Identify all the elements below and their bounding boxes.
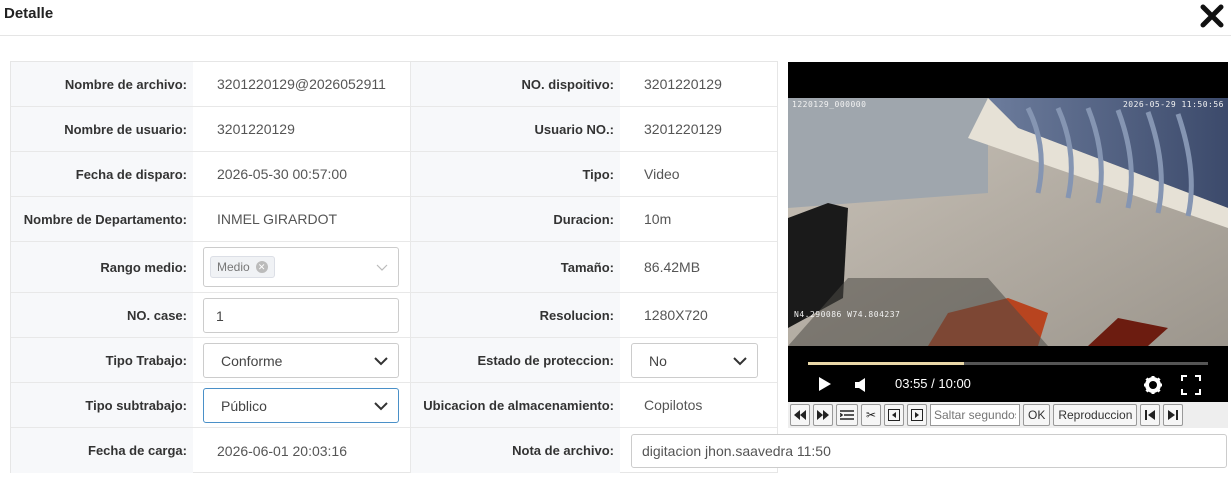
upload-date-label: Fecha de carga:	[11, 428, 193, 473]
settings-icon[interactable]	[1143, 375, 1163, 400]
video-frame-image	[788, 98, 1228, 346]
work-type-select-value: Conforme	[221, 352, 283, 369]
ok-button[interactable]: OK	[1023, 404, 1051, 426]
media-range-label: Rango medio:	[11, 242, 193, 292]
trigger-date-label: Fecha de disparo:	[11, 152, 193, 196]
skip-end-icon[interactable]	[1163, 404, 1184, 426]
progress-fill	[808, 362, 964, 365]
protection-status-select-value: No	[649, 352, 667, 369]
detail-row: Tipo subtrabajo: Público Ubicacion de al…	[11, 383, 777, 428]
size-value: 86.42MB	[644, 259, 701, 275]
detail-row: NO. case: 1 Resolucion: 1280X720	[11, 293, 777, 338]
subwork-type-select[interactable]: Público	[203, 388, 399, 423]
file-note-input-value: digitacion jhon.saavedra 11:50	[642, 443, 831, 459]
detail-row: Nombre de archivo: 3201220129@2026052911…	[11, 62, 777, 107]
duration-label: Duracion:	[410, 197, 620, 241]
skip-start-icon[interactable]	[1140, 404, 1161, 426]
size-label: Tamaño:	[410, 242, 620, 292]
chevron-down-icon	[374, 398, 388, 414]
trigger-date-value: 2026-05-30 00:57:00	[217, 166, 347, 182]
video-osd-gps: N4.290086 W74.804237	[794, 310, 901, 319]
file-name-label: Nombre de archivo:	[11, 62, 193, 106]
video-time: 03:55 / 10:00	[895, 376, 971, 391]
resolution-label: Resolucion:	[410, 293, 620, 337]
video-frame[interactable]: 1220129_000000 2026-05-29 11:50:56 N4.29…	[788, 98, 1228, 346]
play-icon[interactable]	[818, 376, 832, 397]
detail-row: Rango medio: Medio ✕ Tamaño: 86.42MB	[11, 242, 777, 293]
case-no-input-value: 1	[216, 307, 224, 324]
seek-seconds-input[interactable]	[930, 404, 1020, 426]
protection-status-select[interactable]: No	[631, 343, 758, 378]
rewind-icon[interactable]	[790, 404, 810, 426]
device-no-value: 3201220129	[644, 76, 722, 92]
detail-row: Nombre de usuario: 3201220129 Usuario NO…	[11, 107, 777, 152]
duration-value: 10m	[644, 211, 672, 227]
dialog-title: Detalle	[4, 5, 54, 22]
play-mode-button[interactable]: Reproduccion	[1053, 404, 1138, 426]
list-icon[interactable]	[836, 404, 858, 426]
progress-bar[interactable]	[808, 362, 1208, 365]
storage-location-value: Copilotos	[644, 397, 703, 413]
fullscreen-icon[interactable]	[1181, 375, 1201, 400]
chevron-down-icon	[374, 353, 388, 369]
detail-table: Nombre de archivo: 3201220129@2026052911…	[10, 61, 778, 473]
user-no-value: 3201220129	[644, 121, 722, 137]
media-range-tag: Medio ✕	[210, 256, 275, 278]
video-controls: 03:55 / 10:00	[788, 346, 1228, 402]
prev-frame-icon[interactable]	[884, 404, 904, 426]
user-name-label: Nombre de usuario:	[11, 107, 193, 151]
upload-date-value: 2026-06-01 20:03:16	[217, 442, 347, 459]
scissors-icon[interactable]: ✂	[861, 404, 881, 426]
resolution-value: 1280X720	[644, 307, 708, 323]
detail-row: Tipo Trabajo: Conforme Estado de protecc…	[11, 338, 777, 383]
chevron-down-icon	[376, 259, 388, 275]
type-label: Tipo:	[410, 152, 620, 196]
protection-status-label: Estado de proteccion:	[410, 338, 620, 382]
next-frame-icon[interactable]	[907, 404, 927, 426]
video-player[interactable]: 1220129_000000 2026-05-29 11:50:56 N4.29…	[788, 62, 1228, 402]
file-name-value: 3201220129@2026052911	[217, 76, 386, 92]
video-osd-id: 1220129_000000	[792, 100, 867, 109]
subwork-type-label: Tipo subtrabajo:	[11, 383, 193, 427]
video-osd-timestamp: 2026-05-29 11:50:56	[1122, 100, 1224, 109]
close-icon[interactable]	[1199, 3, 1225, 34]
playback-toolbar: ✂ OK Reproduccion	[788, 402, 1228, 428]
department-label: Nombre de Departamento:	[11, 197, 193, 241]
remove-tag-icon[interactable]: ✕	[255, 261, 268, 273]
dialog-header: Detalle	[0, 0, 1231, 36]
volume-icon[interactable]	[854, 377, 868, 398]
media-range-tag-label: Medio	[217, 260, 250, 274]
detail-row: Fecha de disparo: 2026-05-30 00:57:00 Ti…	[11, 152, 777, 197]
work-type-select[interactable]: Conforme	[203, 343, 399, 378]
case-no-label: NO. case:	[11, 293, 193, 337]
user-name-value: 3201220129	[217, 121, 295, 137]
device-no-label: NO. dispoitivo:	[410, 62, 620, 106]
work-type-label: Tipo Trabajo:	[11, 338, 193, 382]
type-value: Video	[644, 166, 680, 182]
subwork-type-select-value: Público	[221, 397, 267, 414]
file-note-label: Nota de archivo:	[410, 428, 620, 473]
media-range-select[interactable]: Medio ✕	[203, 247, 399, 287]
case-no-input[interactable]: 1	[203, 298, 399, 333]
user-no-label: Usuario NO.:	[410, 107, 620, 151]
detail-row: Nombre de Departamento: INMEL GIRARDOT D…	[11, 197, 777, 242]
file-note-input[interactable]: digitacion jhon.saavedra 11:50	[631, 434, 1227, 468]
storage-location-label: Ubicacion de almacenamiento:	[410, 383, 620, 427]
fast-forward-icon[interactable]	[813, 404, 833, 426]
chevron-down-icon	[733, 353, 747, 369]
department-value: INMEL GIRARDOT	[217, 211, 338, 227]
